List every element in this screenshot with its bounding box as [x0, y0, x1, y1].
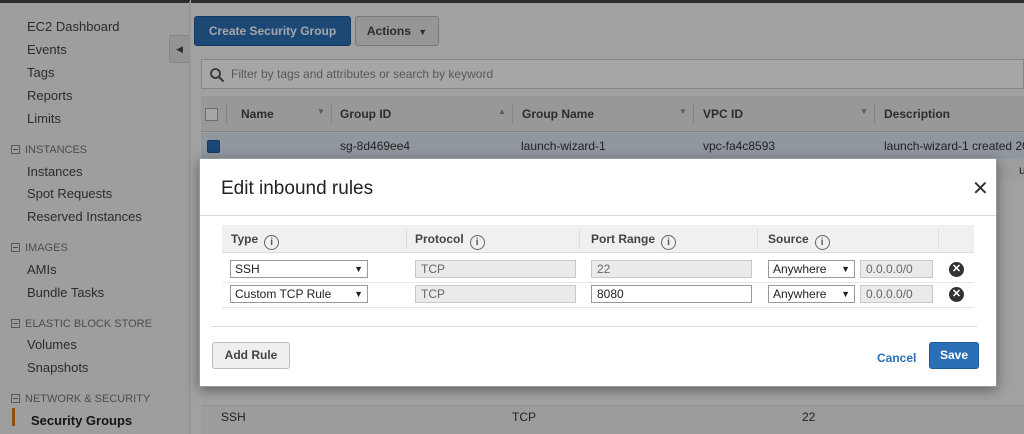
info-icon[interactable]: i	[661, 235, 677, 250]
dropdown-arrow-icon: ▼	[841, 264, 850, 274]
column-divider	[938, 229, 939, 249]
column-header-protocol: Protocol i	[415, 232, 485, 250]
selected-value: SSH	[235, 262, 260, 276]
header-label: Source	[768, 232, 809, 246]
info-icon[interactable]: i	[264, 235, 280, 250]
type-select[interactable]: Custom TCP Rule ▼	[230, 285, 368, 303]
protocol-field	[415, 260, 576, 278]
cidr-field	[860, 285, 933, 303]
source-select[interactable]: Anywhere ▼	[768, 285, 855, 303]
selected-value: Anywhere	[773, 262, 827, 276]
save-button[interactable]: Save	[929, 342, 979, 369]
add-rule-button[interactable]: Add Rule	[212, 342, 290, 369]
rule-row: Custom TCP Rule ▼ Anywhere ▼ ✕	[222, 283, 974, 308]
column-header-port-range: Port Range i	[591, 232, 677, 250]
divider	[211, 326, 977, 327]
protocol-field	[415, 285, 576, 303]
cidr-field	[860, 260, 933, 278]
column-divider	[757, 229, 758, 249]
header-label: Type	[231, 232, 259, 246]
port-range-input[interactable]	[591, 285, 752, 303]
column-divider	[406, 229, 407, 249]
port-range-field	[591, 260, 752, 278]
source-select[interactable]: Anywhere ▼	[768, 260, 855, 278]
header-label: Port Range	[591, 232, 656, 246]
remove-rule-icon[interactable]: ✕	[949, 287, 964, 302]
selected-value: Anywhere	[773, 287, 827, 301]
edit-inbound-rules-dialog: Edit inbound rules ✕ Type i Protocol i Por…	[199, 158, 997, 387]
rules-table-header: Type i Protocol i Port Range i Source i	[222, 225, 974, 253]
remove-rule-icon[interactable]: ✕	[949, 262, 964, 277]
column-header-source: Source i	[768, 232, 830, 250]
info-icon[interactable]: i	[814, 235, 830, 250]
dialog-title: Edit inbound rules	[221, 178, 374, 199]
close-icon[interactable]: ✕	[972, 179, 989, 199]
column-header-type: Type i	[231, 232, 280, 250]
column-divider	[579, 229, 580, 249]
dropdown-arrow-icon: ▼	[354, 289, 363, 299]
header-label: Protocol	[415, 232, 464, 246]
info-icon[interactable]: i	[469, 235, 485, 250]
rule-row: SSH ▼ Anywhere ▼ ✕	[222, 258, 974, 283]
divider	[200, 215, 996, 216]
dropdown-arrow-icon: ▼	[354, 264, 363, 274]
dropdown-arrow-icon: ▼	[841, 289, 850, 299]
type-select[interactable]: SSH ▼	[230, 260, 368, 278]
cancel-button[interactable]: Cancel	[877, 351, 916, 365]
selected-value: Custom TCP Rule	[235, 287, 332, 301]
